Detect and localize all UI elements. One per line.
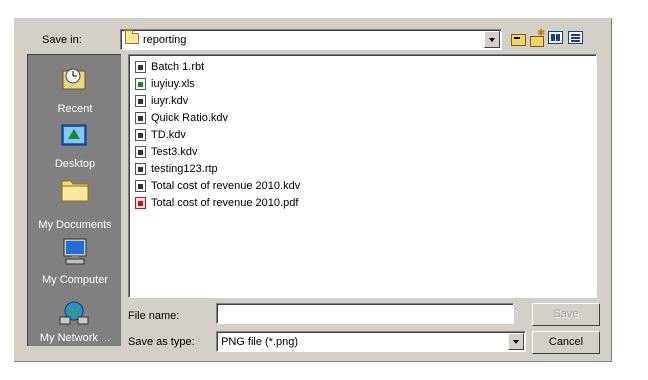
save-in-dropdown[interactable]: reporting (120, 29, 502, 50)
file-name: TD.kdv (151, 129, 186, 141)
list-view-icon[interactable] (547, 29, 565, 47)
report-file-icon (135, 180, 146, 192)
chevron-down-icon[interactable] (508, 333, 524, 350)
file-name: iuyr.kdv (151, 95, 189, 107)
place-label: My Documents (38, 219, 112, 231)
place-label: Recent (57, 103, 93, 115)
report-file-icon (135, 163, 146, 175)
my-documents-icon (61, 180, 89, 202)
desktop-icon (61, 124, 87, 146)
details-view-icon[interactable] (567, 29, 585, 47)
folder-icon (125, 30, 139, 44)
file-name: iuyiuy.xls (151, 78, 195, 90)
save-as-type-label: Save as type: (128, 336, 195, 348)
excel-file-icon (135, 78, 146, 90)
place-label: My Computer (41, 274, 109, 286)
save-button[interactable]: Save (532, 303, 600, 326)
place-label: My Network ... (39, 332, 111, 344)
file-name: Total cost of revenue 2010.pdf (151, 197, 299, 209)
file-name: Batch 1.rbt (151, 61, 205, 73)
report-file-icon (135, 129, 146, 141)
cancel-button[interactable]: Cancel (532, 331, 600, 354)
report-file-icon (135, 112, 146, 124)
file-name: testing123.rtp (151, 163, 218, 175)
my-computer-icon (63, 238, 87, 265)
up-one-level-icon[interactable] (509, 29, 527, 47)
file-name: Quick Ratio.kdv (151, 112, 229, 124)
report-file-icon (135, 61, 146, 73)
my-network-icon (59, 301, 89, 325)
current-folder-name: reporting (143, 34, 187, 46)
save-as-type-dropdown[interactable]: PNG file (*.png) (216, 331, 526, 352)
new-folder-icon[interactable]: ✱ (528, 29, 546, 47)
report-file-icon (135, 95, 146, 107)
file-list[interactable]: Batch 1.rbt iuyiuy.xls iuyr.kdv Quick Ra… (128, 54, 597, 298)
save-dialog: Save in: reporting ✱ Recent Desktop My D… (14, 18, 612, 362)
save-in-label: Save in: (42, 34, 82, 46)
file-name: Total cost of revenue 2010.kdv (151, 180, 301, 192)
chevron-down-icon[interactable] (484, 31, 500, 48)
file-name-input[interactable] (216, 303, 514, 324)
places-bar: Recent Desktop My Documents My Computer … (27, 54, 121, 346)
file-name-label: File name: (128, 310, 180, 322)
place-label: Desktop (54, 158, 96, 170)
file-name: Test3.kdv (151, 146, 198, 158)
recent-icon (62, 68, 86, 90)
save-as-type-value: PNG file (*.png) (221, 336, 299, 348)
report-file-icon (135, 146, 146, 158)
pdf-file-icon (135, 197, 146, 209)
